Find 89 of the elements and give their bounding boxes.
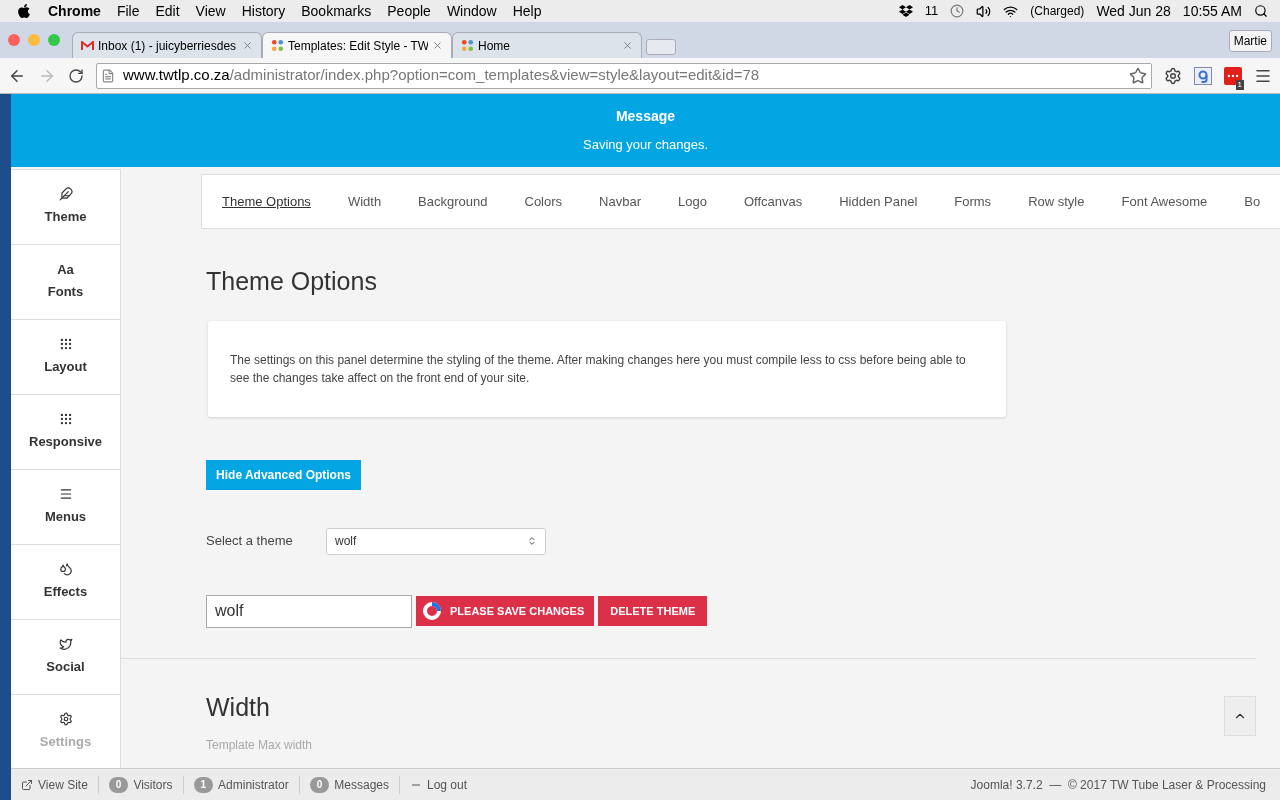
sidebar-item[interactable]: Theme [11,170,121,245]
tab-title: Inbox (1) - juicyberriesdes [98,37,238,55]
adobe-count[interactable]: 11 [924,1,939,21]
subtab[interactable]: Logo [678,191,707,212]
menu-item[interactable]: Bookmarks [301,0,372,22]
subtab[interactable]: Colors [524,191,563,212]
menu-item[interactable]: Window [446,0,497,22]
page-icon [101,68,115,83]
count-badge: 1 [193,776,214,793]
subtab[interactable]: Row style [1028,191,1085,212]
feather-icon [58,187,73,202]
dropbox-icon[interactable] [898,4,913,18]
count-badge: 0 [108,776,129,793]
sidebar-item[interactable]: Responsive [11,395,121,470]
close-icon[interactable] [432,40,443,51]
menu-icon [58,487,73,502]
menu-item[interactable]: People [387,0,431,22]
wifi-icon[interactable] [1003,3,1019,19]
message-text: Saving your changes. [583,136,708,155]
menu-time[interactable]: 10:55 AM [1182,0,1242,22]
menu-item[interactable]: Help [512,0,542,22]
close-icon[interactable] [622,40,633,51]
theme-select[interactable]: wolf [326,527,546,555]
battery-status[interactable]: (Charged) [1030,2,1085,20]
browser-tab[interactable]: Home [452,32,642,58]
select-arrows-icon [527,536,537,546]
select-label: Select a theme [206,532,294,551]
section-heading: Theme Options [206,266,377,297]
grid-icon [58,337,73,352]
menu-item[interactable]: Edit [155,0,180,22]
subtab[interactable]: Theme Options [222,191,311,212]
count-badge: 0 [309,776,330,793]
sidebar-item[interactable]: Aa Fonts [11,245,121,320]
browser-tab[interactable]: Inbox (1) - juicyberriesdes [72,32,262,58]
extension-icon[interactable] [1224,66,1242,85]
bird-icon [58,637,73,652]
subtab[interactable]: Font Awesome [1121,191,1208,212]
settings-icon[interactable] [1164,66,1182,85]
menu-item[interactable]: File [116,0,140,22]
subtab[interactable]: Width [347,191,382,212]
external-link-icon [21,778,33,791]
delete-theme-button[interactable]: DELETE THEME [598,596,708,626]
mail-icon [81,40,94,51]
message-title: Message [615,107,676,127]
drops-icon [58,562,73,577]
extension-icon[interactable] [1194,66,1212,85]
reload-icon[interactable] [68,67,84,84]
joomla-icon [461,39,474,52]
close-icon[interactable] [242,40,253,51]
theme-name-field[interactable]: wolf [206,594,412,628]
footer-text: Joomla! 3.7.2 — © 2017 TW Tube Laser & Processing [970,776,1266,794]
apple-icon[interactable] [16,3,32,19]
menu-date[interactable]: Wed Jun 28 [1096,0,1171,22]
sidebar-item[interactable]: Effects [11,545,121,620]
tab-title: Home [478,37,511,55]
sidebar-item[interactable]: Menus [11,470,121,545]
bookmark-icon[interactable] [1129,66,1147,85]
subtab[interactable]: Hidden Panel [839,191,918,212]
settings-icon [58,712,73,727]
url-text: www.twtlp.co.za/administrator/index.php?option=com_templates&view=style&layout=edit&id=78 [123,65,760,86]
font-icon: Aa [57,262,74,276]
subtab[interactable]: Bo [1244,191,1261,212]
profile-button[interactable]: Martie [1228,30,1272,52]
app-menu[interactable]: Chrome [48,0,101,22]
sidebar-item[interactable]: Layout [11,320,121,395]
status-link[interactable]: Messages [334,775,389,794]
spinner-icon [422,601,442,621]
menu-item[interactable]: History [241,0,286,22]
sidebar-item[interactable]: Social [11,620,121,695]
extension-badge: 1 [1235,79,1244,90]
address-field[interactable]: www.twtlp.co.za/administrator/index.php?option=com_templates&view=style&layout=edit&id=78 [96,62,1152,89]
subtab[interactable]: Background [418,191,488,212]
status-link[interactable]: Log out [427,775,468,794]
status-link[interactable]: Visitors [133,775,173,794]
description-text: The settings on this panel determine the styling of the theme. After making changes here you must compile less to css before being able to see the changes take affect on the front end of your site. [230,351,967,387]
subtab[interactable]: Navbar [599,191,641,212]
save-changes-button[interactable]: PLEASE SAVE CHANGES [416,596,595,626]
joomla-icon [271,39,284,52]
subtab[interactable]: Offcanvas [743,191,803,212]
section-heading: Width [206,691,270,723]
menu-item[interactable]: View [195,0,226,22]
search-icon[interactable] [1254,4,1268,18]
grid-icon [58,412,73,427]
status-link[interactable]: Administrator [218,775,289,794]
subtab[interactable]: Forms [954,191,992,212]
status-link[interactable]: View Site [38,775,88,794]
clock-icon[interactable] [950,4,965,18]
volume-icon[interactable] [976,3,992,19]
field-label: Template Max width [206,737,313,754]
